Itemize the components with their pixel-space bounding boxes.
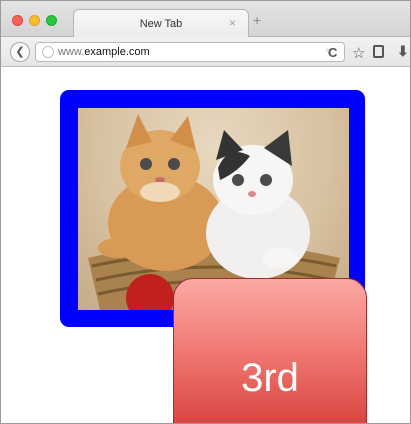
back-button[interactable]: ❮ bbox=[10, 42, 30, 62]
download-icon[interactable]: ⬇ bbox=[397, 43, 409, 60]
browser-window: New Tab × + ❮ www.example.com ▽ C ☆ ⬇ 3r… bbox=[0, 0, 411, 424]
reload-icon[interactable]: C bbox=[328, 45, 337, 60]
tab-strip: New Tab × + bbox=[1, 1, 410, 38]
url-prefix: www. bbox=[58, 46, 85, 58]
url-domain: example.com bbox=[84, 46, 150, 58]
rank-badge: 3rd bbox=[173, 278, 367, 423]
minimize-window-button[interactable] bbox=[29, 15, 40, 26]
tab-title: New Tab bbox=[139, 18, 183, 30]
tab-close-icon[interactable]: × bbox=[229, 16, 236, 30]
back-arrow-icon: ❮ bbox=[15, 46, 25, 58]
close-window-button[interactable] bbox=[12, 15, 23, 26]
globe-icon bbox=[42, 46, 54, 58]
rank-badge-label: 3rd bbox=[241, 356, 299, 400]
zoom-window-button[interactable] bbox=[46, 15, 57, 26]
star-icon[interactable]: ☆ bbox=[352, 44, 365, 62]
new-tab-button[interactable]: + bbox=[253, 12, 261, 28]
toolbar: ❮ www.example.com ▽ C ☆ ⬇ bbox=[1, 37, 410, 67]
clipboard-icon[interactable] bbox=[373, 45, 384, 58]
address-bar[interactable]: www.example.com ▽ bbox=[35, 42, 345, 62]
url-text: www.example.com bbox=[58, 46, 150, 58]
tab-new-tab[interactable]: New Tab × bbox=[73, 9, 249, 38]
